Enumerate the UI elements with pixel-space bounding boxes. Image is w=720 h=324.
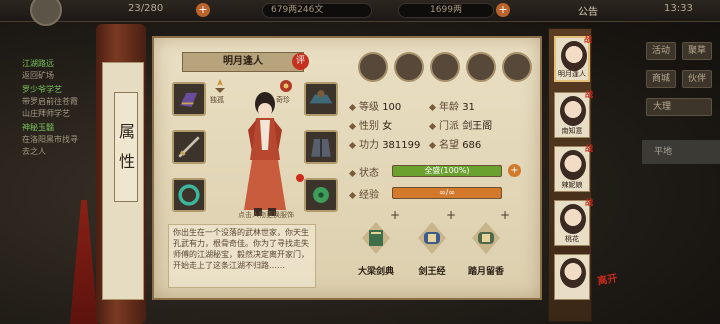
stamina-value: 23/280 [128,3,164,14]
status-text: 全盛(100%) [424,166,470,175]
silver-value: 679两246文 [262,3,372,18]
roster-item[interactable] [554,254,590,300]
jade-pendant-icon [313,187,329,203]
sword-icon [178,136,200,158]
scroll-manual-icon [472,222,500,254]
exp-label: 经验 [348,186,379,201]
announcement-link[interactable]: 公告 [578,3,598,18]
battle-tag: 战 [585,144,593,153]
roster-item[interactable]: 战 明月逢人 [554,35,592,82]
equip-slot-accessory[interactable] [304,178,338,212]
status-bar: 全盛(100%) [392,165,502,177]
top-bar: 23/280 + 679两246文 1699两 + 公告 13:33 [0,0,720,26]
exp-text: ∞/∞ [438,188,456,197]
gold-value: 1699两 [398,3,494,18]
roster-name: 桃花 [565,235,579,243]
martial-art-book-3[interactable] [470,220,502,256]
equip-slot-armor[interactable] [304,130,338,164]
martial-art-name: 踏月留香 [467,267,504,277]
portrait [560,150,586,180]
battle-tag: 战 [585,90,593,99]
stat-power: 功力 381199 [348,136,420,151]
inner-skill-icon[interactable] [358,52,388,82]
character-figure[interactable] [230,90,300,220]
stat-level: 等级 100 [348,98,401,113]
attribute-seal: 属性 [114,92,138,202]
martial-art-name: 大梁剑典 [357,267,394,277]
roster-name: 明月逢人 [558,70,586,78]
roster-name: 南知意 [561,127,583,135]
portrait [561,41,587,71]
gather-button[interactable]: 聚草 [682,42,712,60]
exp-bar: ∞/∞ [392,187,502,199]
stat-sect: 门派 剑王阁 [428,117,492,132]
scroll-skill-icon[interactable] [394,52,424,82]
manual-book-icon [362,222,390,254]
status-label: 状态 [348,164,379,179]
gourd-skill-icon[interactable] [466,52,496,82]
evaluate-button[interactable]: 评 [292,53,309,70]
portrait [560,204,586,234]
roster-item[interactable]: 战 桃花 [554,198,593,246]
stat-age: 年龄 31 [428,98,475,113]
activity-button[interactable]: 活动 [646,42,676,60]
equip-slot-hat[interactable] [304,82,338,116]
battle-tag: 战 [584,35,592,44]
mini-label-left: 独孤 [210,96,224,104]
equip-slot-bracelet[interactable] [172,178,206,212]
portrait [560,96,586,126]
character-name: 明月逢人 [182,52,304,72]
stat-fame: 名望 686 [428,136,481,151]
partner-button[interactable]: 伙伴 [682,70,712,88]
boots-icon [180,92,197,107]
figure-skill-icon[interactable] [502,52,532,82]
martial-art-book-2[interactable] [416,220,448,256]
hat-icon [309,90,333,104]
stat-gender: 性别 女 [348,117,392,132]
taiji-skill-icon[interactable] [430,52,460,82]
portrait [560,258,586,288]
character-panel: 明月逢人 评 独孤 奇珍 点击人物更换服饰 你出生在一个没落的武林世家，你天生孔… [152,36,542,300]
scroll-manual-icon [418,222,446,254]
shop-button[interactable]: 商城 [646,70,676,88]
add-stamina-button[interactable]: + [196,3,210,17]
roster-item[interactable]: 战 辣妮娘 [554,144,593,192]
character-description: 你出生在一个没落的武林世家，你天生孔武有力，根骨奇佳。你为了寻找走失师傅的江湖秘… [168,224,316,288]
equip-slot-boots[interactable] [172,82,206,116]
roster-item[interactable]: 战 南知意 [554,90,593,138]
armor-icon [311,139,331,157]
roster-name: 辣妮娘 [561,181,583,189]
bracelet-icon [178,184,200,206]
equip-slot-weapon[interactable] [172,130,206,164]
orientation-icon[interactable] [212,78,228,94]
change-outfit-hint: 点击人物更换服饰 [238,211,294,219]
region-label: 大理 [646,98,712,116]
clock: 13:33 [664,3,693,14]
restore-status-button[interactable]: + [508,164,521,177]
martial-art-book-1[interactable] [360,220,392,256]
add-gold-button[interactable]: + [496,3,510,17]
leave-button[interactable]: 离开 [596,268,630,299]
martial-art-name: 剑王经 [418,267,446,277]
map-location[interactable]: 平地 [642,140,720,164]
battle-tag: 战 [585,198,593,207]
